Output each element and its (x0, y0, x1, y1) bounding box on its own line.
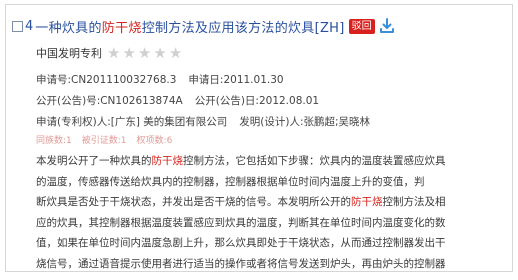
abstract-text: 本发明公开了一种炊具的 (36, 155, 152, 167)
abstract-keyword-highlight: 防干烧 (351, 196, 383, 208)
family-count[interactable]: 同族数:1 (36, 136, 72, 146)
abstract-keyword-highlight: 防干烧 (151, 155, 184, 167)
star-icon[interactable]: ★ (122, 45, 135, 61)
cited-count[interactable]: 被引证数:1 (82, 136, 127, 146)
result-index: 4 (25, 18, 34, 34)
title-keyword-highlight: 防干烧 (101, 20, 142, 36)
rating-stars[interactable]: ★ ★ ★ ★ ★ (107, 45, 182, 61)
abstract-text: 烧信号，通过语音提示使用者进行适当的操作或者将信号发送到炉头，再由炉头的控制器 (36, 257, 446, 270)
patent-type: 中国发明专利 (36, 47, 102, 60)
abstract-line: 的温度，传感器传送给炊具内的控制器，控制器根据单位时间内温度上升的变值，判 (36, 172, 506, 193)
abstract-line: 值，如果在单位时间内温度急剧上升，那么炊具即处于干烧状态，从而通过控制器发出干 (36, 233, 506, 254)
publication-date: 公开(公告)日:2012.08.01 (194, 95, 320, 107)
download-icon[interactable] (379, 18, 395, 34)
publication-number: 公开(公告)号:CN102613874A (36, 95, 183, 107)
abstract-text: 应的炊具，其控制器根据温度装置感应到炊具的温度，判断其在单位时间内温度变化的数 (36, 216, 446, 229)
abstract-text: 值，如果在单位时间内温度急剧上升，那么炊具即处于干烧状态，从而通过控制器发出干 (36, 237, 446, 249)
abstract: 本发明公开了一种炊具的防干烧控制方法，它包括如下步骤：炊具内的温度装置感应炊具 … (36, 151, 506, 272)
star-icon[interactable]: ★ (138, 45, 151, 61)
result-title-row: 4 一种炊具的防干烧控制方法及应用该方法的炊具[ZH] 驳回 (12, 15, 395, 37)
abstract-line: 烧信号，通过语音提示使用者进行适当的操作或者将信号发送到炉头，再由炉头的控制器 (36, 254, 506, 272)
inventor: 发明(设计)人:张鹏超;吴晓林 (239, 116, 371, 128)
title-part: 控制方法及应用该方法的炊具[ZH] (141, 20, 345, 36)
star-icon[interactable]: ★ (107, 45, 120, 61)
title-part: 一种炊具的 (35, 20, 102, 36)
abstract-line: 断炊具是否处于干烧状态，并发出是否干烧的信号。本发明所公开的防干烧控制方法及相 (36, 192, 506, 213)
abstract-text: 控制方法及相 (382, 196, 446, 208)
status-badge: 驳回 (348, 18, 375, 34)
star-icon[interactable]: ★ (153, 45, 166, 61)
patent-type-row: 中国发明专利 ★ ★ ★ ★ ★ (36, 45, 182, 61)
abstract-text: 控制方法，它包括如下步骤：炊具内的温度装置感应炊具 (183, 155, 446, 167)
publication-info: 公开(公告)号:CN102613874A 公开(公告)日:2012.08.01 (36, 93, 319, 108)
star-icon[interactable]: ★ (169, 45, 182, 61)
abstract-line: 应的炊具，其控制器根据温度装置感应到炊具的温度，判断其在单位时间内温度变化的数 (36, 213, 506, 234)
claims-count[interactable]: 权项数:6 (137, 136, 173, 146)
result-title-link[interactable]: 一种炊具的防干烧控制方法及应用该方法的炊具[ZH] (35, 17, 344, 36)
application-info: 申请号:CN201110032768.3 申请日:2011.01.30 (36, 72, 284, 87)
application-date: 申请日:2011.01.30 (188, 74, 284, 86)
citation-stats: 同族数:1 被引证数:1 权项数:6 (36, 133, 182, 146)
select-checkbox[interactable] (12, 20, 23, 32)
abstract-text: 的温度，传感器传送给炊具内的控制器，控制器根据单位时间内温度上升的变值，判 (36, 175, 425, 188)
search-result-card: 4 一种炊具的防干烧控制方法及应用该方法的炊具[ZH] 驳回 中国发明专利 ★ … (5, 4, 513, 272)
abstract-text: 断炊具是否处于干烧状态，并发出是否干烧的信号。本发明所公开的 (36, 196, 351, 208)
abstract-line: 本发明公开了一种炊具的防干烧控制方法，它包括如下步骤：炊具内的温度装置感应炊具 (36, 151, 506, 172)
applicant: 申请(专利权)人:[广东] 美的集团有限公司 (36, 116, 228, 128)
application-number: 申请号:CN201110032768.3 (36, 74, 177, 86)
applicant-info: 申请(专利权)人:[广东] 美的集团有限公司 发明(设计)人:张鹏超;吴晓林 (36, 114, 370, 129)
